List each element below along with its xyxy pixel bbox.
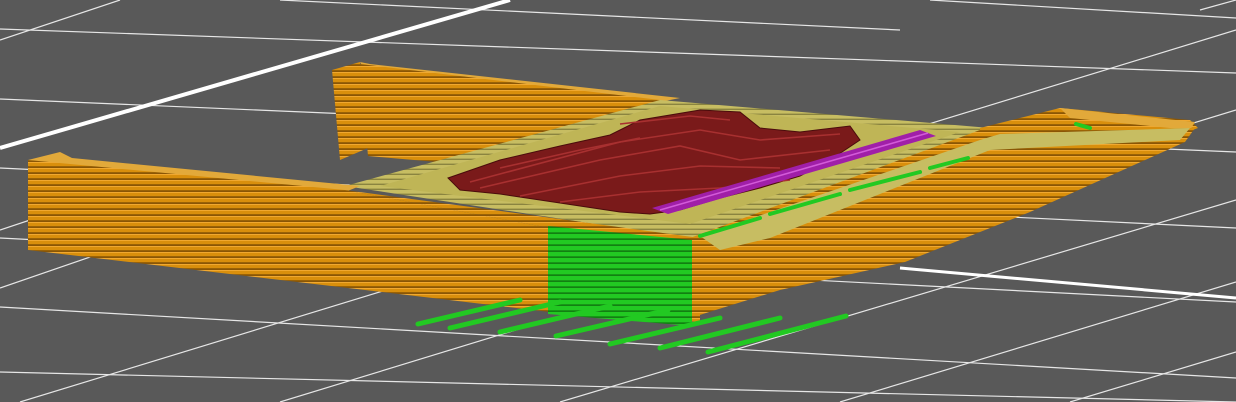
- 3d-preview-viewport[interactable]: [0, 0, 1236, 402]
- support-block: [548, 226, 692, 326]
- gcode-preview-canvas[interactable]: [0, 0, 1236, 402]
